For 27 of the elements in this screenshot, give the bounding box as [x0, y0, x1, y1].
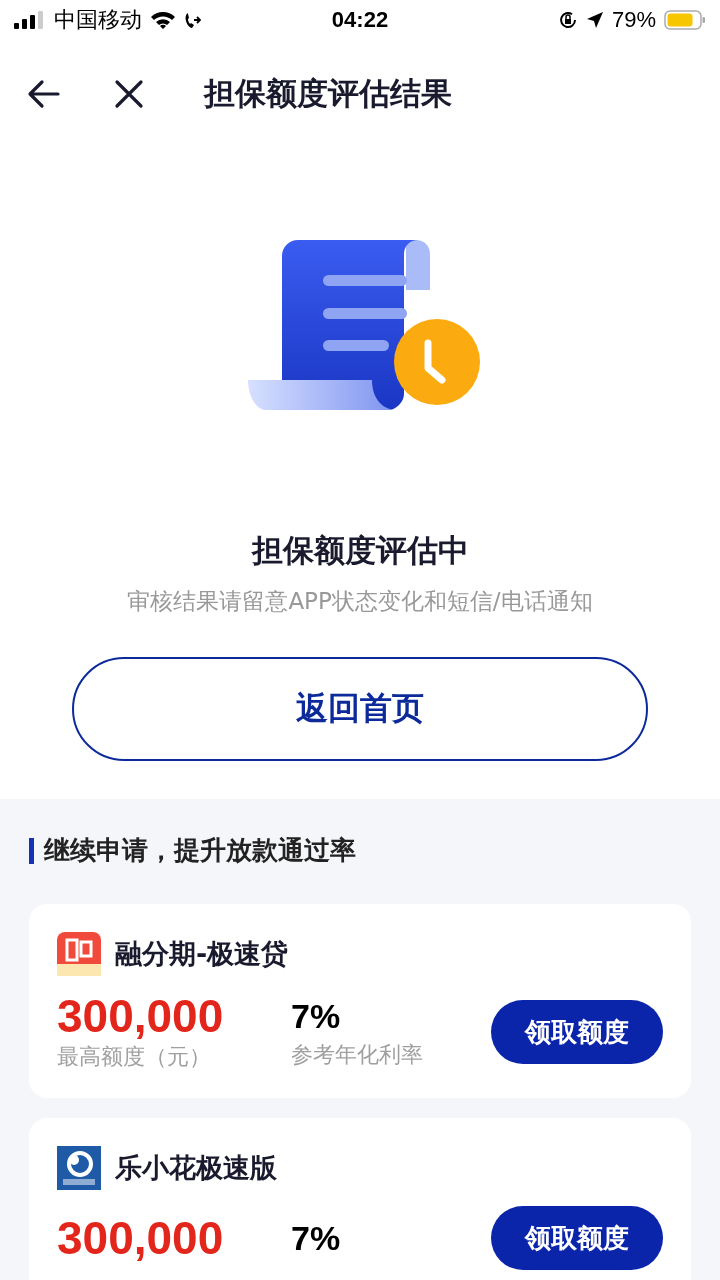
interest-rate: 7%: [291, 1218, 342, 1260]
max-amount: 300,000: [57, 992, 225, 1041]
rotation-lock-icon: [557, 10, 578, 30]
max-amount: 300,000: [57, 1214, 225, 1263]
clock-time: 04:22: [331, 7, 389, 33]
product-name: 乐小花极速版: [115, 1151, 277, 1186]
home-button[interactable]: 返回首页: [72, 657, 648, 761]
wifi-icon: [150, 10, 176, 30]
claim-button[interactable]: 领取额度: [491, 1206, 663, 1271]
app-logo-icon: [57, 1146, 101, 1191]
interest-rate: 7%: [291, 996, 342, 1038]
app-logo-icon: [57, 932, 101, 976]
battery-icon: [664, 10, 706, 30]
call-forward-icon: [184, 10, 202, 30]
status-title: 担保额度评估中: [250, 531, 470, 570]
amount-label: 最高额度（元）: [57, 1043, 212, 1072]
location-arrow-icon: [585, 11, 604, 29]
status-description: 审核结果请留意APP状态变化和短信/电话通知: [126, 587, 594, 616]
claim-button[interactable]: 领取额度: [491, 1000, 663, 1065]
page-title: 担保额度评估结果: [204, 74, 452, 113]
rate-label: 参考年化利率: [291, 1041, 424, 1070]
product-name: 融分期-极速贷: [115, 937, 289, 971]
carrier-name: 中国移动: [54, 6, 142, 34]
signal-icon: [14, 11, 46, 29]
section-accent-bar: [29, 837, 34, 864]
battery-percent: 79%: [611, 7, 656, 33]
section-title: 继续申请，提升放款通过率: [44, 834, 356, 867]
